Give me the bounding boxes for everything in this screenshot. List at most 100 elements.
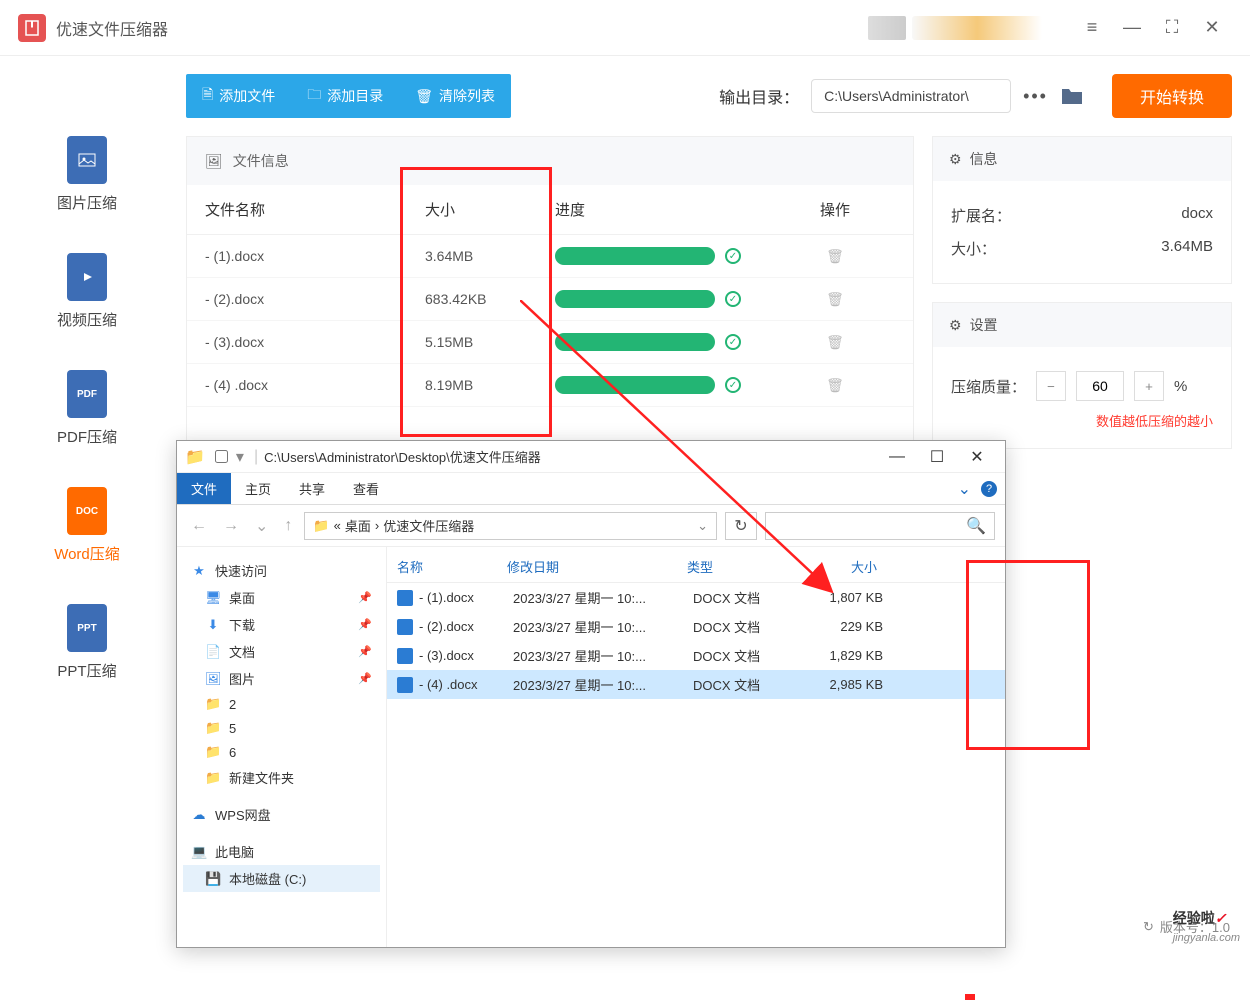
minimize-button[interactable]: —	[1112, 8, 1152, 48]
delete-button[interactable]: 🗑	[826, 334, 844, 350]
tree-desktop[interactable]: 🖥桌面📌	[183, 584, 380, 611]
tree-label: 5	[229, 721, 236, 736]
forward-button[interactable]: →	[219, 517, 243, 535]
address-bar[interactable]: 📁 « 桌面 › 优速文件压缩器 ⌄	[304, 512, 717, 540]
file-type: DOCX 文档	[693, 617, 803, 636]
chevron-down-icon[interactable]: ⌄	[697, 518, 708, 534]
ribbon-share[interactable]: 共享	[285, 473, 339, 504]
tree-pictures[interactable]: 🖼图片📌	[183, 665, 380, 692]
file-size: 1,829 KB	[803, 648, 883, 663]
browse-folder-button[interactable]	[1060, 86, 1084, 106]
output-path-input[interactable]	[811, 79, 1011, 113]
explorer-file-row[interactable]: - (2).docx 2023/3/27 星期一 10:... DOCX 文档 …	[387, 612, 1005, 641]
tree-folder[interactable]: 📁5	[183, 716, 380, 740]
search-input[interactable]: 🔍	[765, 512, 995, 540]
refresh-button[interactable]: ↻	[725, 512, 757, 540]
breadcrumb[interactable]: 优速文件压缩器	[383, 516, 474, 535]
increase-button[interactable]: +	[1134, 371, 1164, 401]
explorer-nav: ← → ⌄ ↑ 📁 « 桌面 › 优速文件压缩器 ⌄ ↻ 🔍	[177, 505, 1005, 547]
tree-label: 新建文件夹	[229, 768, 294, 787]
clear-list-button[interactable]: 🗑清除列表	[399, 74, 511, 118]
close-button[interactable]: ✕	[1192, 8, 1232, 48]
file-name: - (1).docx	[419, 590, 513, 605]
button-label: 添加文件	[219, 86, 275, 106]
progress-bar	[555, 376, 715, 394]
refresh-icon[interactable]: ↻	[1143, 919, 1154, 935]
panel-header: 🖼 文件信息	[187, 137, 913, 185]
checkbox[interactable]	[215, 450, 228, 463]
back-button[interactable]: ←	[187, 517, 211, 535]
tree-folder[interactable]: 📁2	[183, 692, 380, 716]
col-name[interactable]: 名称	[397, 557, 507, 576]
explorer-file-row[interactable]: - (3).docx 2023/3/27 星期一 10:... DOCX 文档 …	[387, 641, 1005, 670]
sidebar-label: 图片压缩	[57, 192, 117, 213]
ribbon-view[interactable]: 查看	[339, 473, 393, 504]
explorer-titlebar[interactable]: 📁 ▾ | C:\Users\Administrator\Desktop\优速文…	[177, 441, 1005, 473]
maximize-button[interactable]: ⛶	[1152, 8, 1192, 48]
tree-downloads[interactable]: ⬇下载📌	[183, 611, 380, 638]
file-info-box: ⚙信息 扩展名：docx 大小：3.64MB	[932, 136, 1232, 284]
docx-icon	[397, 648, 413, 664]
add-file-button[interactable]: 🗎添加文件	[186, 74, 291, 118]
sidebar-item-word[interactable]: DOC Word压缩	[0, 487, 174, 564]
tree-folder[interactable]: 📁新建文件夹	[183, 764, 380, 791]
explorer-file-row[interactable]: - (4) .docx 2023/3/27 星期一 10:... DOCX 文档…	[387, 670, 1005, 699]
delete-button[interactable]: 🗑	[826, 248, 844, 264]
help-icon[interactable]: ?	[981, 481, 997, 497]
expand-ribbon-icon[interactable]: ⌄	[958, 479, 971, 499]
sidebar-item-ppt[interactable]: PPT PPT压缩	[0, 604, 174, 681]
size-value: 3.64MB	[1161, 238, 1213, 259]
breadcrumb[interactable]: «	[334, 518, 341, 533]
delete-button[interactable]: 🗑	[826, 377, 844, 393]
menu-button[interactable]: ≡	[1072, 8, 1112, 48]
col-date[interactable]: 修改日期	[507, 557, 687, 576]
file-size: 1,807 KB	[803, 590, 883, 605]
col-type[interactable]: 类型	[687, 557, 797, 576]
more-button[interactable]: •••	[1023, 86, 1048, 107]
tree-documents[interactable]: 📄文档📌	[183, 638, 380, 665]
explorer-minimize[interactable]: —	[877, 448, 917, 466]
add-folder-button[interactable]: 🗀添加目录	[291, 74, 399, 118]
hidden	[969, 994, 975, 1000]
button-group: 🗎添加文件 🗀添加目录 🗑清除列表	[186, 74, 511, 118]
col-size: 大小	[425, 199, 555, 220]
user-avatar[interactable]	[868, 16, 906, 40]
col-size[interactable]: 大小	[797, 557, 877, 576]
tree-quick-access[interactable]: ★快速访问	[183, 557, 380, 584]
tree-cdrive[interactable]: 💾本地磁盘 (C:)	[183, 865, 380, 892]
table-row[interactable]: - (1).docx 3.64MB ✓ 🗑	[187, 235, 913, 278]
dropdown-icon[interactable]: ▾	[236, 447, 244, 467]
explorer-close[interactable]: ✕	[957, 447, 997, 467]
delete-button[interactable]: 🗑	[826, 291, 844, 307]
explorer-maximize[interactable]: ☐	[917, 447, 957, 467]
explorer-file-row[interactable]: - (1).docx 2023/3/27 星期一 10:... DOCX 文档 …	[387, 583, 1005, 612]
titlebar: 优速文件压缩器 ≡ — ⛶ ✕	[0, 0, 1250, 56]
tree-folder[interactable]: 📁6	[183, 740, 380, 764]
decrease-button[interactable]: −	[1036, 371, 1066, 401]
button-label: 清除列表	[439, 86, 495, 106]
progress-bar	[555, 290, 715, 308]
up-button[interactable]: ↑	[280, 517, 296, 535]
ribbon-home[interactable]: 主页	[231, 473, 285, 504]
sidebar-item-pdf[interactable]: PDF PDF压缩	[0, 370, 174, 447]
col-progress: 进度	[555, 199, 775, 220]
tree-thispc[interactable]: 💻此电脑	[183, 838, 380, 865]
recent-dropdown[interactable]: ⌄	[251, 516, 272, 536]
start-convert-button[interactable]: 开始转换	[1112, 74, 1232, 118]
tree-label: 本地磁盘 (C:)	[229, 869, 306, 888]
file-name: - (1).docx	[205, 248, 425, 264]
breadcrumb[interactable]: 桌面	[345, 516, 371, 535]
table-row[interactable]: - (2).docx 683.42KB ✓ 🗑	[187, 278, 913, 321]
ribbon-file[interactable]: 文件	[177, 473, 231, 504]
sidebar-item-video[interactable]: 视频压缩	[0, 253, 174, 330]
table-row[interactable]: - (4) .docx 8.19MB ✓ 🗑	[187, 364, 913, 407]
quality-input[interactable]	[1076, 371, 1124, 401]
sidebar-item-image[interactable]: 图片压缩	[0, 136, 174, 213]
user-info[interactable]	[912, 16, 1042, 40]
table-row[interactable]: - (3).docx 5.15MB ✓ 🗑	[187, 321, 913, 364]
hint-text: 数值越低压缩的越小	[951, 411, 1213, 430]
tree-wps[interactable]: ☁WPS网盘	[183, 801, 380, 828]
sidebar-label: PDF压缩	[57, 426, 117, 447]
ext-value: docx	[1181, 205, 1213, 226]
tree-label: 快速访问	[215, 561, 267, 580]
